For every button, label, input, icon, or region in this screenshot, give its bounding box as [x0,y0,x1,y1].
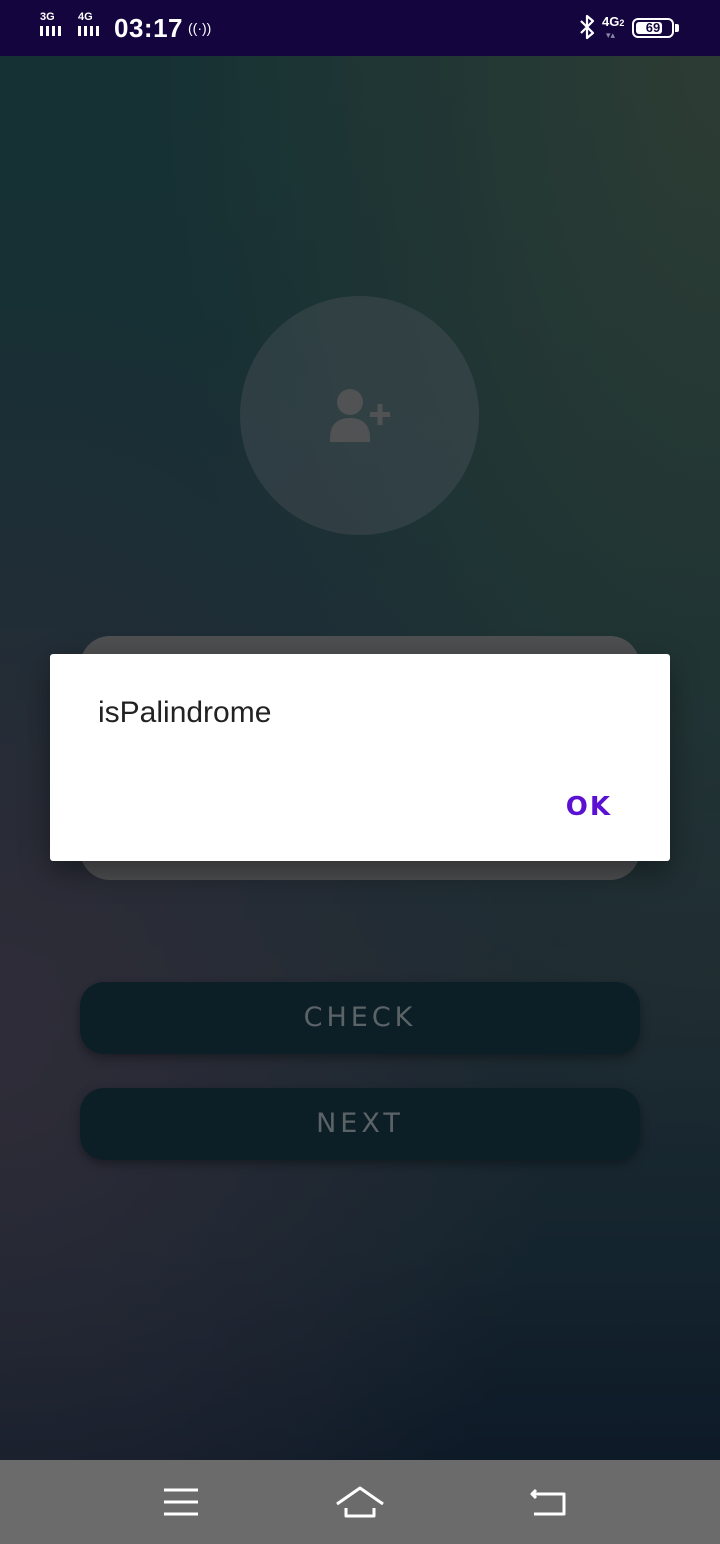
menu-icon[interactable] [156,1478,206,1526]
battery-icon: 69 [632,18,674,38]
right-network-label: 4G2 [602,14,625,29]
battery-tip [675,24,679,32]
back-icon[interactable] [524,1478,574,1526]
home-icon[interactable] [335,1478,385,1526]
data-activity-icon: ▾▴ [606,30,616,40]
dialog-message: isPalindrome [98,696,272,729]
sim2-signal: 4G [78,12,110,40]
status-time: 03:17 [114,13,183,43]
bluetooth-icon [578,14,596,47]
navigation-bar [0,1460,720,1544]
sim1-signal: 3G [40,12,72,40]
status-bar: 3G 4G 03:17 ((·)) 4G2 ▾▴ 69 [0,0,720,56]
alert-dialog: isPalindrome OK [50,654,670,861]
sim1-network-label: 3G [40,11,55,23]
battery-level: 69 [645,20,661,35]
ok-button[interactable]: OK [556,782,622,832]
screen: 3G 4G 03:17 ((·)) 4G2 ▾▴ 69 CHECK NEXT i… [0,0,720,1544]
signal-bars-icon [78,26,99,36]
hotspot-icon: ((·)) [188,20,212,36]
signal-bars-icon [40,26,61,36]
sim2-network-label: 4G [78,11,93,23]
